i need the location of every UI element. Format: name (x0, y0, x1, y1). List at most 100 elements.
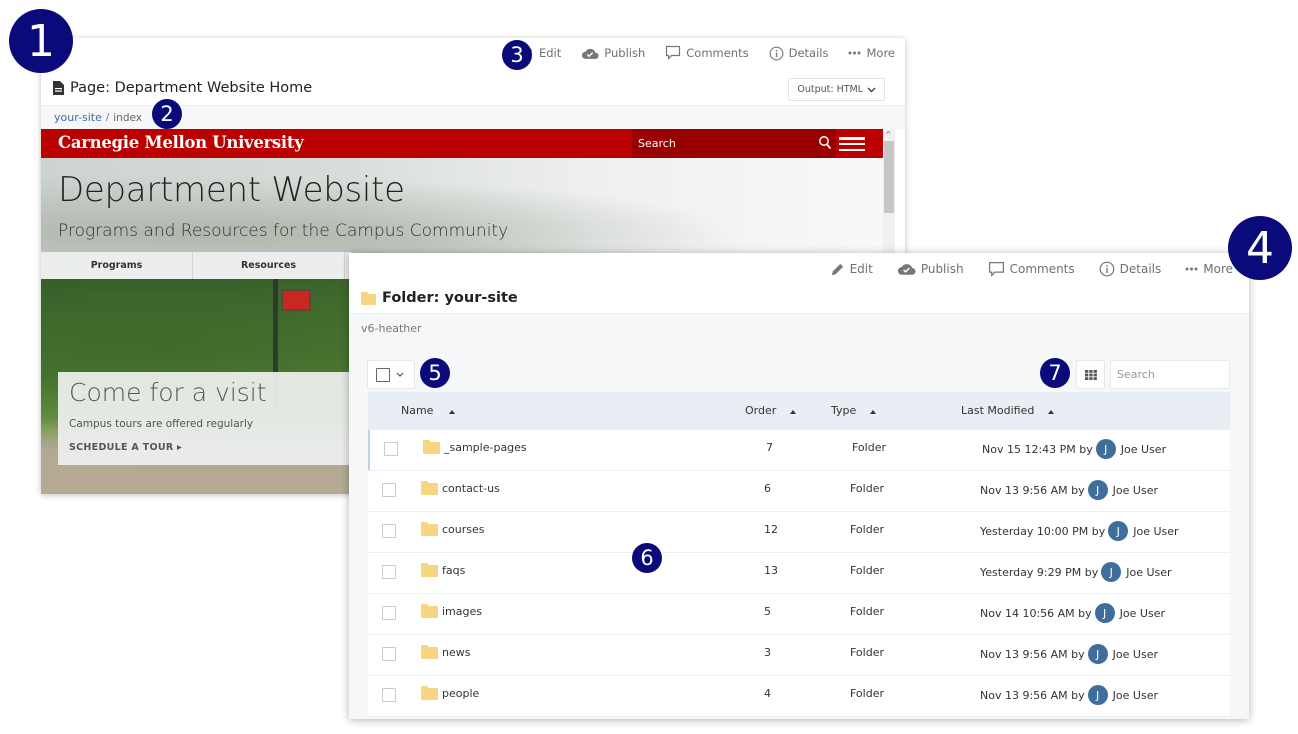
row-modified-user[interactable]: Joe User (1126, 566, 1171, 579)
avatar[interactable]: J (1087, 644, 1108, 664)
page-more-button[interactable]: More (848, 46, 895, 60)
search-icon[interactable] (818, 135, 832, 151)
table-row[interactable]: faqs 13 Folder Yesterday 9:29 PM by J Jo… (368, 553, 1230, 594)
banner-sign-image (281, 289, 311, 311)
folder-publish-button[interactable]: Publish (897, 262, 964, 276)
schedule-tour-link[interactable]: SCHEDULE A TOUR ▸ (69, 442, 182, 453)
column-label-type: Type (831, 404, 857, 417)
row-last-modified: Nov 13 9:56 AM by J Joe User (980, 480, 1158, 500)
row-checkbox[interactable] (382, 524, 396, 538)
callout-5: 5 (420, 358, 450, 388)
folder-search-input[interactable] (1110, 360, 1230, 389)
comment-icon (666, 45, 681, 60)
hero-subtitle: Programs and Resources for the Campus Co… (58, 221, 509, 241)
row-modified-user[interactable]: Joe User (1113, 484, 1158, 497)
page-details-button[interactable]: Details (769, 46, 828, 61)
row-last-modified: Nov 13 9:56 AM by J Joe User (980, 644, 1158, 664)
table-row[interactable]: people 4 Folder Nov 13 9:56 AM by J Joe … (368, 676, 1230, 717)
folder-scrollbar[interactable] (1230, 392, 1249, 719)
row-checkbox[interactable] (384, 442, 398, 456)
folder-icon (421, 480, 438, 495)
page-more-label: More (866, 46, 895, 60)
table-header: Name Order Type Last Modified (368, 392, 1230, 430)
nav-programs[interactable]: Programs (41, 252, 193, 279)
avatar[interactable]: J (1094, 603, 1115, 623)
avatar[interactable]: J (1101, 562, 1122, 582)
row-modified-user[interactable]: Joe User (1121, 443, 1166, 456)
folder-edit-label: Edit (849, 262, 873, 276)
avatar[interactable]: J (1108, 521, 1129, 541)
column-header-type[interactable]: Type (831, 404, 877, 417)
folder-more-label: More (1203, 262, 1233, 276)
row-checkbox[interactable] (382, 647, 396, 661)
avatar[interactable]: J (1087, 480, 1108, 500)
table-row[interactable]: courses 12 Folder Yesterday 10:00 PM by … (368, 512, 1230, 553)
row-name-link[interactable]: _sample-pages (423, 439, 527, 454)
folder-icon (421, 685, 438, 700)
page-comments-button[interactable]: Comments (665, 45, 749, 61)
row-checkbox[interactable] (382, 565, 396, 579)
row-modified-user[interactable]: Joe User (1133, 525, 1178, 538)
callout-3: 3 (502, 40, 532, 70)
more-icon (848, 51, 861, 55)
column-header-order[interactable]: Order (745, 404, 797, 417)
folder-more-button[interactable]: More (1185, 262, 1233, 276)
callout-6: 6 (632, 543, 662, 573)
folder-toolbar: Edit Publish Comments Details More (806, 260, 1233, 278)
row-name-link[interactable]: people (421, 685, 479, 700)
row-modified-user[interactable]: Joe User (1113, 648, 1158, 661)
page-comments-label: Comments (686, 46, 749, 60)
row-type: Folder (852, 441, 886, 454)
folder-details-button[interactable]: Details (1099, 261, 1161, 277)
row-last-modified: Nov 14 10:56 AM by J Joe User (980, 603, 1165, 623)
table-row[interactable]: _sample-pages 7 Folder Nov 15 12:43 PM b… (368, 430, 1230, 471)
row-checkbox[interactable] (382, 483, 396, 497)
info-icon (769, 46, 784, 60)
row-name: courses (442, 523, 485, 536)
row-checkbox[interactable] (382, 688, 396, 702)
scrollbar-thumb[interactable] (884, 141, 894, 213)
hamburger-menu-icon[interactable] (839, 137, 865, 151)
cmu-logo[interactable]: Carnegie Mellon University (58, 133, 304, 152)
row-modified-date: Nov 14 10:56 AM by (980, 606, 1092, 620)
sort-asc-icon (870, 409, 877, 414)
column-header-name[interactable]: Name (401, 404, 456, 417)
page-title-text: Page: Department Website Home (70, 80, 313, 96)
row-name-link[interactable]: images (421, 603, 482, 618)
cloud-check-icon (582, 48, 599, 59)
folder-edit-button[interactable]: Edit (830, 262, 873, 277)
row-last-modified: Yesterday 9:29 PM by J Joe User (980, 562, 1172, 582)
row-name-link[interactable]: faqs (421, 562, 465, 577)
table-row[interactable]: contact-us 6 Folder Nov 13 9:56 AM by J … (368, 471, 1230, 512)
table-row[interactable]: news 3 Folder Nov 13 9:56 AM by J Joe Us… (368, 635, 1230, 676)
folder-comments-button[interactable]: Comments (988, 261, 1075, 278)
folder-breadcrumb[interactable]: v6-heather (361, 322, 422, 335)
callout-2: 2 (152, 99, 182, 129)
breadcrumb-your-site[interactable]: your-site (54, 111, 102, 124)
table-row[interactable]: images 5 Folder Nov 14 10:56 AM by J Joe… (368, 594, 1230, 635)
avatar[interactable]: J (1087, 685, 1108, 705)
column-header-last-modified[interactable]: Last Modified (961, 404, 1055, 417)
folder-title-text: Folder: your-site (382, 290, 518, 306)
row-name-link[interactable]: courses (421, 521, 485, 536)
avatar[interactable]: J (1095, 439, 1116, 459)
select-all-checkbox[interactable] (376, 367, 390, 382)
row-checkbox[interactable] (382, 606, 396, 620)
row-modified-user[interactable]: Joe User (1113, 689, 1158, 702)
row-type: Folder (850, 564, 884, 577)
preview-search-box[interactable]: Search (632, 129, 836, 158)
row-last-modified: Nov 13 9:56 AM by J Joe User (980, 685, 1158, 705)
output-select[interactable]: Output: HTML (788, 78, 885, 101)
row-name-link[interactable]: news (421, 644, 470, 659)
bulk-select-dropdown[interactable] (367, 360, 415, 389)
breadcrumb-current: index (113, 111, 142, 124)
grid-view-toggle[interactable] (1076, 360, 1105, 389)
scroll-up-icon[interactable]: ^ (885, 130, 892, 139)
row-type: Folder (850, 687, 884, 700)
row-name-link[interactable]: contact-us (421, 480, 500, 495)
row-modified-date: Nov 13 9:56 AM by (980, 647, 1085, 661)
nav-resources[interactable]: Resources (193, 252, 345, 279)
row-modified-user[interactable]: Joe User (1120, 607, 1165, 620)
page-publish-button[interactable]: Publish (581, 46, 645, 60)
hero-title: Department Website (58, 170, 405, 210)
